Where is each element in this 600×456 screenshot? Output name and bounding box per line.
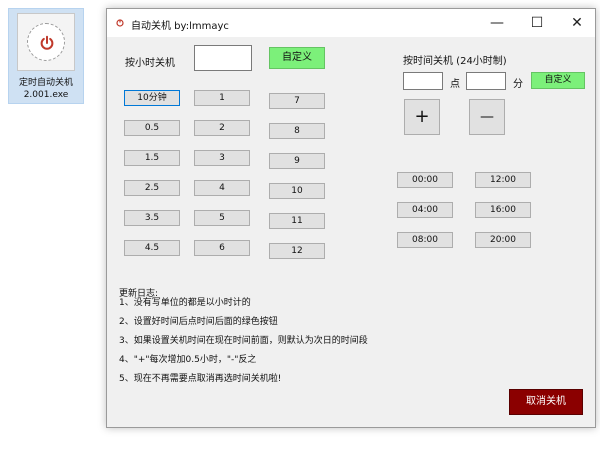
hours-button[interactable]: 2 (194, 120, 250, 136)
title-bar[interactable]: 自动关机 by:lmmayc — ☐ ✕ (107, 9, 595, 37)
hours-button[interactable]: 2.5 (124, 180, 180, 196)
minimize-button[interactable]: — (477, 9, 517, 37)
time-preset-button[interactable]: 08:00 (397, 232, 453, 248)
hours-custom-button[interactable]: 自定义 (269, 47, 325, 69)
hours-button[interactable]: 7 (269, 93, 325, 109)
shortcut-label-ext: 2.001.exe (23, 90, 69, 100)
changelog-line: 5、现在不再需要点取消再选时间关机啦! (119, 374, 282, 384)
time-preset-button[interactable]: 16:00 (475, 202, 531, 218)
hours-label: 按小时关机 (125, 58, 175, 69)
plus-button[interactable]: + (404, 99, 440, 135)
app-window: 自动关机 by:lmmayc — ☐ ✕ 按小时关机 自定义 10分钟 1 7 0.5… (106, 8, 596, 428)
shortcut-label: 定时自动关机 (18, 78, 73, 88)
hours-button[interactable]: 11 (269, 213, 325, 229)
hours-button[interactable]: 4.5 (124, 240, 180, 256)
hours-button[interactable]: 1 (194, 90, 250, 106)
time-preset-button[interactable]: 00:00 (397, 172, 453, 188)
hours-button[interactable]: 8 (269, 123, 325, 139)
desktop-shortcut[interactable]: 定时自动关机 2.001.exe (8, 8, 84, 104)
window-title: 自动关机 by:lmmayc (131, 21, 229, 32)
hours-button[interactable]: 1.5 (124, 150, 180, 166)
maximize-button[interactable]: ☐ (517, 9, 557, 37)
changelog-line: 1、没有写单位的都是以小时计的 (119, 298, 251, 308)
hours-input[interactable] (194, 45, 252, 71)
app-icon (17, 13, 75, 71)
time-custom-button[interactable]: 自定义 (531, 72, 585, 89)
time-preset-button[interactable]: 12:00 (475, 172, 531, 188)
hours-button[interactable]: 10分钟 (124, 90, 180, 106)
time-preset-button[interactable]: 20:00 (475, 232, 531, 248)
changelog-line: 4、"+"每次增加0.5小时，"-"反之 (119, 355, 257, 365)
hours-button[interactable]: 12 (269, 243, 325, 259)
minute-input[interactable] (466, 72, 506, 90)
changelog-line: 2、设置好时间后点时间后面的绿色按钮 (119, 317, 278, 327)
hours-button[interactable]: 9 (269, 153, 325, 169)
time-label: 按时间关机 (24小时制) (403, 56, 507, 67)
close-button[interactable]: ✕ (557, 9, 597, 37)
power-icon (27, 23, 65, 61)
hours-button[interactable]: 4 (194, 180, 250, 196)
hours-button[interactable]: 10 (269, 183, 325, 199)
time-preset-button[interactable]: 04:00 (397, 202, 453, 218)
minus-button[interactable]: — (469, 99, 505, 135)
cancel-shutdown-button[interactable]: 取消关机 (509, 389, 583, 415)
app-small-icon (116, 19, 124, 27)
hours-button[interactable]: 0.5 (124, 120, 180, 136)
hours-button[interactable]: 3 (194, 150, 250, 166)
hours-button[interactable]: 3.5 (124, 210, 180, 226)
changelog-line: 3、如果设置关机时间在现在时间前面，则默认为次日的时间段 (119, 336, 368, 346)
hour-input[interactable] (403, 72, 443, 90)
hours-button[interactable]: 5 (194, 210, 250, 226)
minute-unit: 分 (513, 79, 523, 90)
hours-button[interactable]: 6 (194, 240, 250, 256)
hour-unit: 点 (450, 79, 460, 90)
